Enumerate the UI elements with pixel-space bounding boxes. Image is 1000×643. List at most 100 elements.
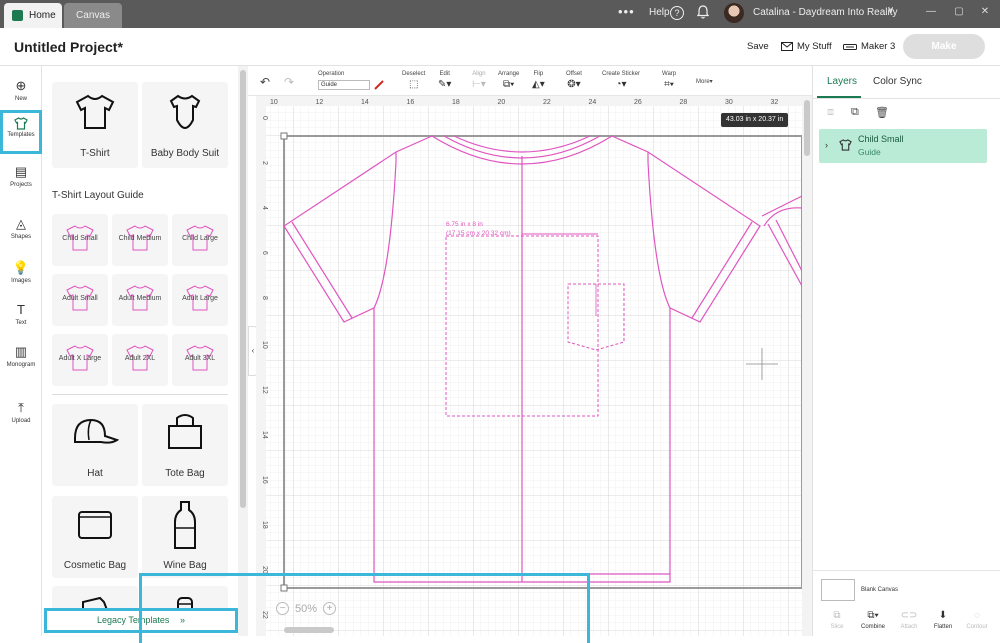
size-label: Adult 2XL	[124, 355, 156, 362]
nav-text-label: Text	[15, 320, 27, 326]
canvas-scrollbar[interactable]	[802, 96, 812, 636]
arrange-button[interactable]: Arrange ⧉▾	[498, 71, 519, 90]
edit-button[interactable]: Edit ✎▾	[438, 71, 451, 90]
template-card-tote-bag[interactable]: Tote Bag	[142, 404, 228, 486]
tab-layers[interactable]: Layers	[827, 76, 857, 87]
my-stuff-button[interactable]: My Stuff	[781, 41, 832, 52]
ruler-tick-label: 32	[771, 99, 779, 106]
template-card-tshirt[interactable]: T-Shirt	[52, 82, 138, 168]
print-area-dimension-text-cm: (17.15 cm x 20.32 cm)	[446, 230, 511, 237]
canvas-horizontal-scrollbar-thumb[interactable]	[284, 627, 334, 633]
nav-images[interactable]: 💡 Images	[0, 260, 42, 284]
design-canvas[interactable]: 10 12 14 16 18 20 22 24 26 28 30 32 0 2 4 6 8 10 12 14 16 18…	[256, 96, 802, 636]
nav-shapes[interactable]: ◬ Shapes	[0, 216, 42, 240]
more-menu-icon[interactable]: •••	[618, 4, 635, 19]
size-label: Child Small	[62, 235, 98, 242]
canvas-drawing[interactable]: 10 12 14 16 18 20 22 24 26 28 30 32 024681012141618…	[256, 96, 802, 636]
size-card-adult-large[interactable]: Adult Large	[172, 274, 228, 326]
zoom-in-icon[interactable]: +	[323, 602, 337, 615]
user-name[interactable]: Catalina - Daydream Into Reality	[753, 7, 898, 18]
size-card-adult-3xl[interactable]: Adult 3XL	[172, 334, 228, 386]
size-card-child-large[interactable]: Child Large	[172, 214, 228, 266]
more-button[interactable]: More▾	[696, 78, 713, 85]
title-bar: Home Canvas ••• Help ? Catalina - Daydre…	[0, 0, 1000, 28]
legacy-templates-button[interactable]: Legacy Templates »	[44, 608, 238, 633]
machine-select-button[interactable]: Maker 3	[843, 41, 895, 52]
flatten-button[interactable]: ⬇ Flatten	[927, 610, 959, 630]
chevron-down-icon[interactable]: ∨	[887, 5, 894, 16]
operation-select[interactable]: Guide	[318, 80, 370, 90]
template-card-baby-body-suit[interactable]: Baby Body Suit	[142, 82, 228, 168]
layer-type: Guide	[858, 147, 881, 157]
warp-label: Warp	[662, 71, 677, 77]
monogram-icon: ▥	[14, 344, 28, 359]
size-card-child-small[interactable]: Child Small	[52, 214, 108, 266]
redo-icon[interactable]: ↷	[284, 75, 294, 89]
legacy-templates-label: Legacy Templates	[97, 615, 170, 625]
project-title[interactable]: Untitled Project*	[14, 39, 123, 55]
ungroup-icon[interactable]: ⧈	[827, 106, 834, 119]
template-card-wine-bag[interactable]: Wine Bag	[142, 496, 228, 578]
user-avatar[interactable]	[724, 3, 744, 23]
flatten-label: Flatten	[933, 624, 953, 630]
ruler-tick-label: 20	[498, 99, 506, 106]
size-card-adult-2xl[interactable]: Adult 2XL	[112, 334, 168, 386]
nav-new[interactable]: ⊕ New	[0, 78, 42, 102]
size-card-adult-medium[interactable]: Adult Medium	[112, 274, 168, 326]
selection-handle[interactable]	[280, 584, 288, 592]
ruler-tick-label: 10	[270, 99, 278, 106]
save-button[interactable]: Save	[747, 41, 769, 52]
pen-color-icon[interactable]	[374, 80, 384, 90]
size-label: Adult 3XL	[184, 355, 216, 362]
align-button[interactable]: Align ⊢▾	[472, 71, 486, 90]
selection-handle[interactable]	[280, 132, 288, 140]
nav-upload[interactable]: ⤒ Upload	[0, 400, 42, 424]
template-card-label: Tote Bag	[165, 468, 205, 479]
nav-projects[interactable]: ▤ Projects	[0, 164, 42, 188]
trash-icon[interactable]: 🗑	[875, 106, 889, 119]
duplicate-icon[interactable]: ⧉	[851, 106, 859, 119]
maximize-icon[interactable]: ▢	[952, 6, 966, 20]
panel-scrollbar[interactable]	[238, 66, 248, 636]
deselect-label: Deselect	[402, 71, 426, 77]
slice-button[interactable]: ⧉ Slice	[821, 610, 853, 630]
help-icon[interactable]: ?	[670, 6, 684, 20]
close-icon[interactable]: ✕	[978, 6, 992, 20]
combine-button[interactable]: ⧉▾ Combine	[857, 610, 889, 630]
flip-button[interactable]: Flip ◭▾	[532, 71, 545, 90]
tab-home[interactable]: Home	[4, 3, 62, 28]
ruler-tick-label: 30	[725, 99, 733, 106]
attach-button[interactable]: ⊂⊃ Attach	[893, 610, 925, 630]
contour-button[interactable]: ◌ Contour	[961, 610, 993, 630]
operation-control[interactable]: Operation Guide	[318, 71, 384, 90]
deselect-button[interactable]: Deselect ⬚	[402, 71, 425, 90]
size-card-child-medium[interactable]: Child Medium	[112, 214, 168, 266]
make-button[interactable]: Make	[903, 34, 985, 59]
blank-canvas-swatch[interactable]	[821, 579, 855, 601]
warp-icon: ⌗▾	[664, 79, 674, 90]
template-card-cosmetic-bag[interactable]: Cosmetic Bag	[52, 496, 138, 578]
bell-icon[interactable]	[696, 5, 710, 22]
layer-row[interactable]: › Child Small Guide	[819, 129, 987, 163]
zoom-out-icon[interactable]: −	[276, 602, 289, 615]
tab-color-sync[interactable]: Color Sync	[873, 76, 922, 87]
help-link[interactable]: Help	[649, 7, 670, 18]
offset-button[interactable]: Offset ❂▾	[566, 71, 582, 90]
tab-canvas[interactable]: Canvas	[64, 3, 122, 28]
chevron-right-icon[interactable]: ›	[825, 140, 828, 150]
nav-text[interactable]: T Text	[0, 302, 42, 326]
size-card-adult-small[interactable]: Adult Small	[52, 274, 108, 326]
project-header: Untitled Project* Save My Stuff Maker 3 …	[0, 28, 1000, 66]
nav-templates[interactable]: Templates	[0, 110, 42, 154]
arrange-label: Arrange	[498, 71, 520, 77]
size-card-adult-x-large[interactable]: Adult X Large	[52, 334, 108, 386]
warp-button[interactable]: Warp ⌗▾	[662, 71, 676, 90]
edit-label: Edit	[439, 71, 450, 77]
nav-monogram[interactable]: ▥ Monogram	[0, 344, 42, 368]
undo-icon[interactable]: ↶	[260, 75, 270, 89]
canvas-scrollbar-thumb[interactable]	[804, 100, 810, 156]
create-sticker-button[interactable]: Create Sticker ◔▾	[602, 71, 640, 90]
minimize-icon[interactable]: —	[924, 6, 938, 20]
template-card-hat[interactable]: Hat	[52, 404, 138, 486]
panel-scrollbar-thumb[interactable]	[240, 70, 246, 508]
